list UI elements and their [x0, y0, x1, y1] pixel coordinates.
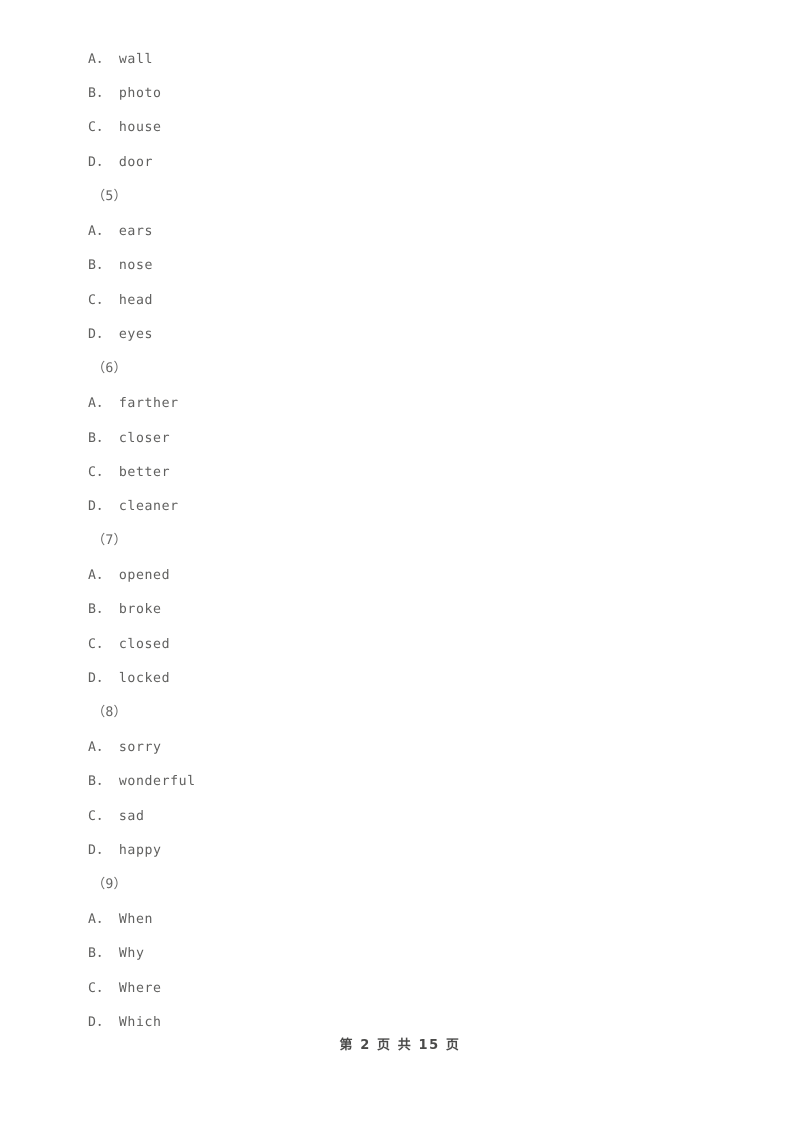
answer-option: B． broke	[88, 602, 162, 617]
answer-option: B． Why	[88, 946, 145, 961]
answer-option: A． ears	[88, 224, 154, 239]
answer-option: A． opened	[88, 568, 171, 583]
question-number: （6）	[92, 361, 127, 376]
answer-option: C． closed	[88, 637, 171, 652]
answer-option: B． photo	[88, 86, 162, 101]
document-page: A． wall B． photo C． house D． door （5） A． ears…	[0, 0, 800, 1132]
answer-option: D． door	[88, 155, 154, 170]
answer-option: A． When	[88, 912, 154, 927]
answer-option: B． wonderful	[88, 774, 196, 789]
answer-option: A． sorry	[88, 740, 162, 755]
question-number: （9）	[92, 877, 127, 892]
question-number: （5）	[92, 189, 127, 204]
answer-option: C． house	[88, 120, 162, 135]
page-footer: 第 2 页 共 15 页	[339, 1038, 461, 1053]
question-number: （8）	[92, 705, 127, 720]
question-number: （7）	[92, 533, 127, 548]
answer-option: C． head	[88, 293, 154, 308]
answer-option: D． locked	[88, 671, 171, 686]
answer-option: D． eyes	[88, 327, 154, 342]
answer-option: B． closer	[88, 431, 171, 446]
answer-option: D． cleaner	[88, 499, 179, 514]
answer-option: B． nose	[88, 258, 154, 273]
answer-option: C． better	[88, 465, 171, 480]
answer-option: D． Which	[88, 1015, 162, 1030]
answer-option: C． sad	[88, 809, 145, 824]
answer-option: A． farther	[88, 396, 179, 411]
answer-option: D． happy	[88, 843, 162, 858]
answer-option: C． Where	[88, 981, 162, 996]
answer-option: A． wall	[88, 52, 154, 67]
